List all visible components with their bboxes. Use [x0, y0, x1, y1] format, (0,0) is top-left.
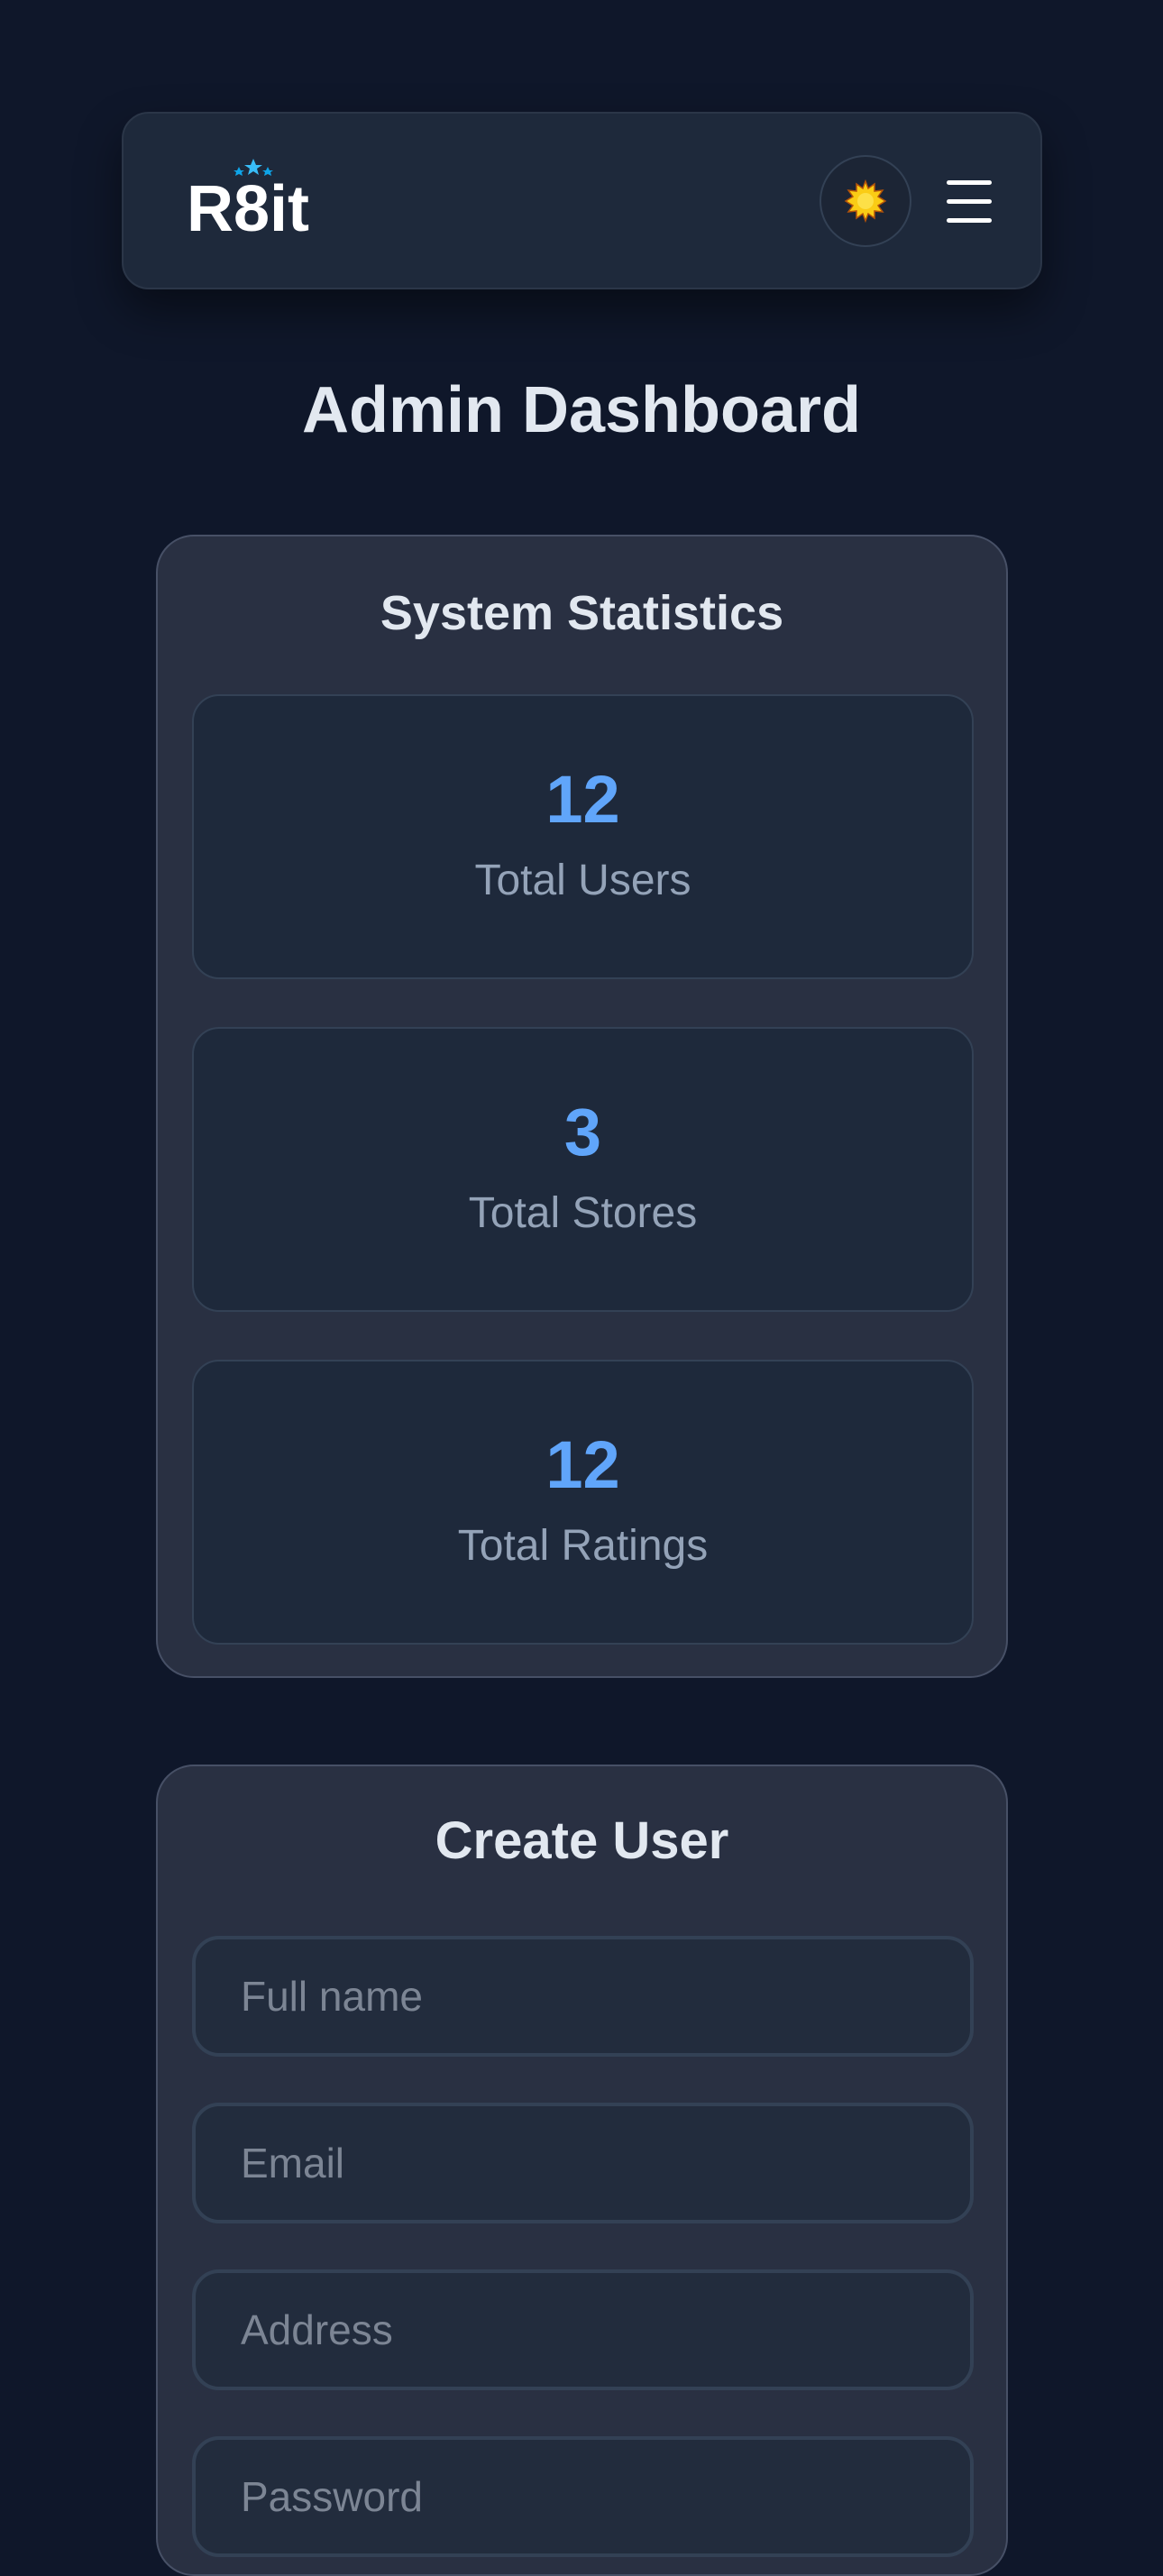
stat-card-total-users: 12 Total Users [192, 694, 974, 979]
top-navbar: R8it [122, 112, 1042, 289]
system-statistics-panel: System Statistics 12 Total Users 3 Total… [156, 535, 1008, 1678]
stat-card-total-ratings: 12 Total Ratings [192, 1360, 974, 1645]
hamburger-menu-icon[interactable] [944, 177, 994, 227]
sun-icon [844, 179, 887, 223]
create-user-panel: Create User [156, 1765, 1008, 2576]
password-input[interactable] [192, 2436, 974, 2557]
theme-toggle-button[interactable] [820, 155, 911, 247]
stat-value: 12 [545, 762, 620, 837]
svg-text:R8it: R8it [187, 173, 309, 240]
stat-value: 12 [545, 1427, 620, 1502]
address-input[interactable] [192, 2269, 974, 2390]
stat-value: 3 [563, 1095, 602, 1169]
stat-label: Total Users [474, 857, 691, 904]
stat-label: Total Stores [468, 1189, 698, 1237]
stat-label: Total Ratings [457, 1522, 709, 1570]
system-statistics-title: System Statistics [380, 586, 784, 640]
full-name-input[interactable] [192, 1936, 974, 2057]
stat-card-total-stores: 3 Total Stores [192, 1027, 974, 1312]
r8it-logo[interactable]: R8it [187, 159, 331, 240]
email-input[interactable] [192, 2103, 974, 2223]
page-title: Admin Dashboard [301, 374, 862, 446]
create-user-title: Create User [435, 1811, 729, 1870]
